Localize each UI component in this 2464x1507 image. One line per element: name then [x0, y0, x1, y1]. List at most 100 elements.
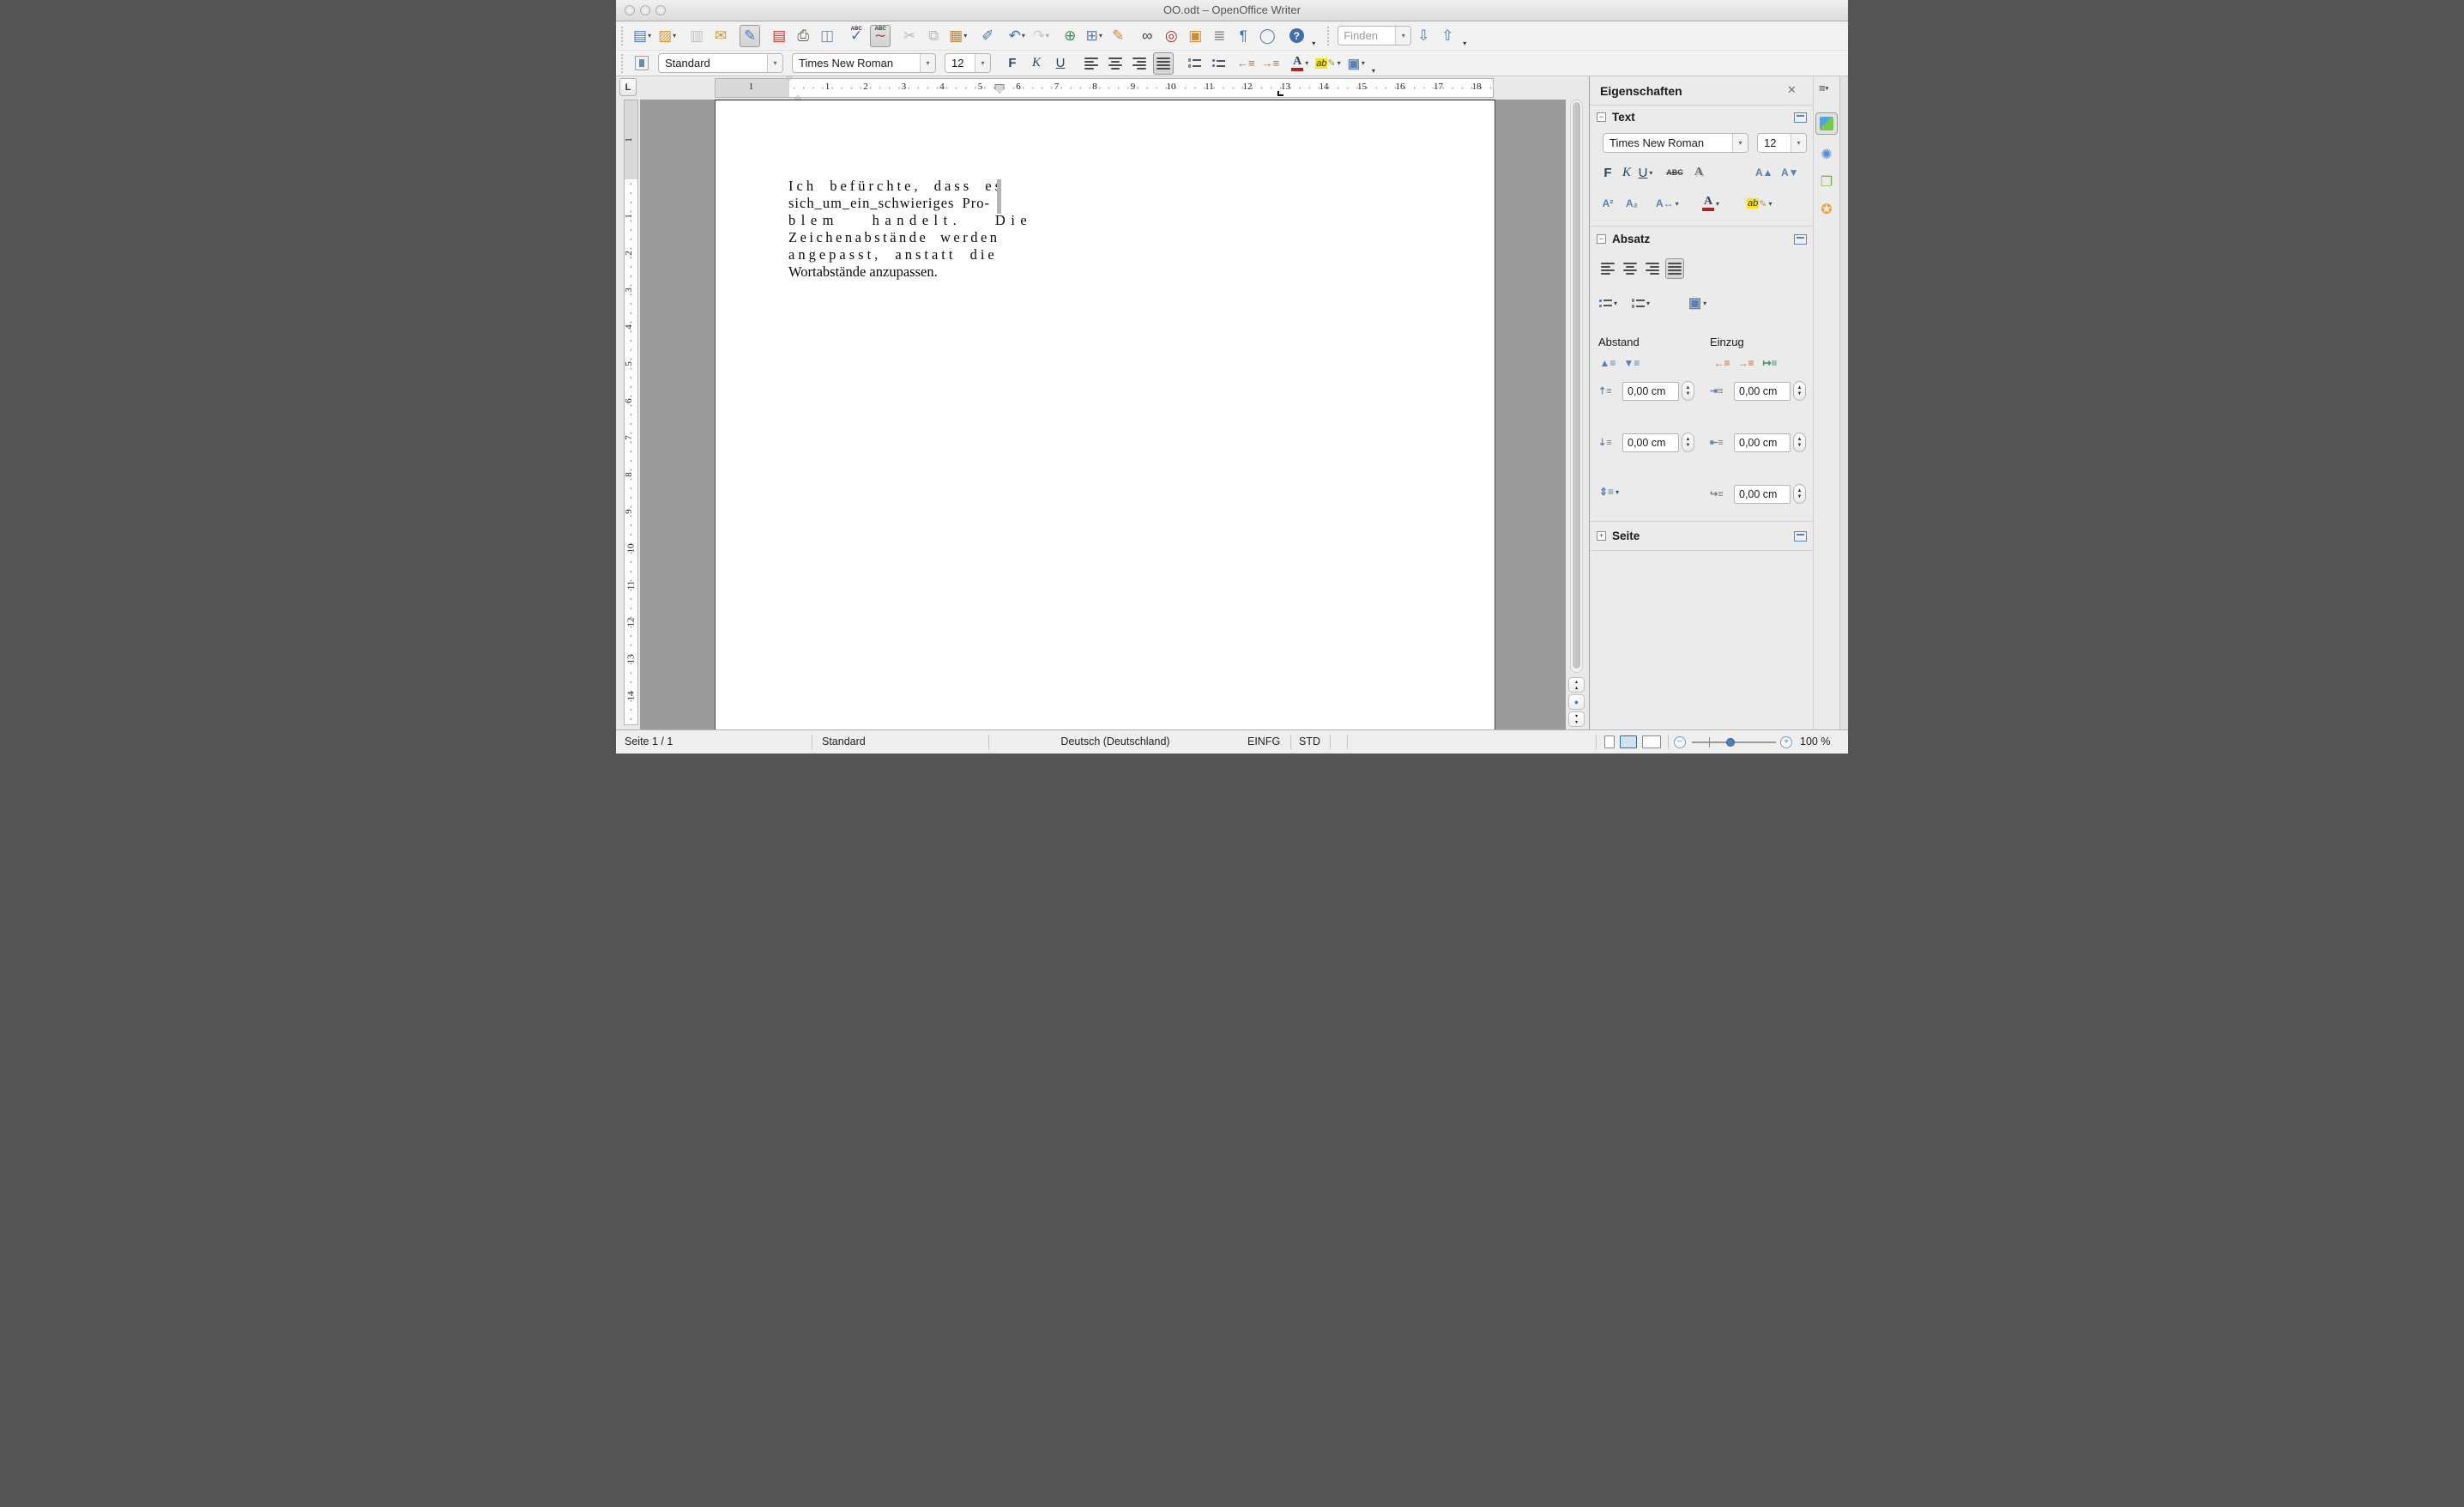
sidebar-highlight-button[interactable]: ab ✎ ▾	[1746, 193, 1773, 214]
formatting-toolbar-overflow-button[interactable]: ▾	[1370, 52, 1380, 75]
decrease-indent-button[interactable]: ←≡	[1235, 52, 1257, 75]
chevron-down-icon[interactable]: ▾	[1615, 488, 1619, 496]
find-previous-button[interactable]: ⇧	[1437, 25, 1458, 47]
font-size-select[interactable]: 12 ▾	[945, 53, 991, 73]
sidebar-numbered-list-button[interactable]: ▾	[1631, 293, 1651, 313]
next-page-button[interactable]: ▾ ▾	[1568, 711, 1585, 727]
save-button[interactable]: ▥	[686, 25, 707, 47]
hanging-indent-button[interactable]: ↦≡	[1760, 353, 1779, 373]
page-dialog-launcher[interactable]	[1794, 531, 1807, 542]
bullet-list-button[interactable]	[1208, 52, 1229, 75]
align-center-button[interactable]	[1105, 52, 1126, 75]
navigator-tab[interactable]: ✪	[1815, 198, 1838, 221]
undo-button[interactable]: ↶ ▾	[1006, 25, 1027, 47]
zoom-out-button[interactable]: −	[1674, 736, 1686, 748]
chevron-down-icon[interactable]: ▾	[920, 54, 935, 72]
first-line-indent-input[interactable]	[1734, 484, 1791, 504]
sidebar-decrease-indent-button[interactable]: ←≡	[1712, 353, 1731, 373]
text-section-header[interactable]: − Text	[1597, 111, 1635, 124]
collapse-icon[interactable]: −	[1597, 112, 1606, 122]
sidebar-align-center-button[interactable]	[1621, 258, 1640, 279]
single-page-view-button[interactable]	[1604, 735, 1615, 748]
hyperlink-button[interactable]: ⊕	[1060, 25, 1080, 47]
spacing-below-spinner[interactable]: ▲ ▼	[1682, 433, 1694, 452]
shrink-font-button[interactable]: A▼	[1780, 162, 1800, 183]
tab-stop-selector[interactable]: L	[619, 78, 637, 96]
chevron-down-icon[interactable]: ▾	[1791, 134, 1806, 152]
new-document-button[interactable]: ▤ ▾	[631, 25, 653, 47]
chevron-down-icon[interactable]: ▾	[1305, 59, 1308, 67]
sidebar-bullet-list-button[interactable]: ▾	[1598, 293, 1618, 313]
increase-indent-button[interactable]: →≡	[1260, 52, 1282, 75]
vertical-scrollbar[interactable]	[1570, 100, 1583, 673]
chevron-down-icon[interactable]: ▾	[1046, 32, 1049, 39]
zoom-button[interactable]: ◯	[1257, 25, 1277, 47]
formatting-marks-button[interactable]: ¶	[1233, 25, 1253, 47]
spacing-below-input[interactable]	[1622, 433, 1679, 452]
indent-after-spinner[interactable]: ▲ ▼	[1793, 433, 1806, 452]
sidebar-italic-button[interactable]: K	[1617, 162, 1636, 183]
status-insert-mode[interactable]: EINFG	[1247, 735, 1280, 747]
zoom-slider-thumb[interactable]	[1726, 738, 1735, 747]
toolbar-drag-handle[interactable]	[621, 26, 626, 45]
paragraph-dialog-launcher[interactable]	[1794, 234, 1807, 245]
indent-before-input[interactable]	[1734, 381, 1791, 401]
print-preview-button[interactable]: ◫	[817, 25, 837, 47]
toolbar-drag-handle[interactable]	[621, 53, 626, 73]
help-button[interactable]: ?	[1286, 25, 1307, 47]
status-page-style[interactable]: Standard	[822, 735, 866, 747]
zoom-in-button[interactable]: +	[1780, 736, 1792, 748]
line-spacing-button[interactable]: ⇕≡ ▾	[1598, 481, 1620, 502]
superscript-button[interactable]: A²	[1598, 193, 1617, 214]
find-dropdown-button[interactable]: ▾	[1395, 27, 1411, 45]
underline-button[interactable]: U	[1050, 52, 1071, 75]
chevron-down-icon[interactable]: ▾	[648, 32, 651, 39]
paragraph-section-header[interactable]: − Absatz	[1597, 233, 1650, 245]
standard-toolbar-overflow-button[interactable]: ▾	[1310, 25, 1320, 47]
character-dialog-launcher[interactable]	[1794, 112, 1807, 123]
cut-button[interactable]: ✂	[899, 25, 920, 47]
chevron-down-icon[interactable]: ▾	[1716, 200, 1719, 208]
chevron-down-icon[interactable]: ▾	[1732, 134, 1748, 152]
scrollbar-thumb[interactable]	[1573, 102, 1580, 669]
italic-button[interactable]: K	[1026, 52, 1047, 75]
sidebar-resize-edge[interactable]	[1839, 76, 1848, 729]
chevron-down-icon[interactable]: ▾	[1649, 169, 1652, 177]
collapse-icon[interactable]: −	[1597, 234, 1606, 244]
chevron-down-icon[interactable]: ▾	[673, 32, 676, 39]
chevron-down-icon[interactable]: ▾	[1646, 300, 1650, 307]
navigator-button[interactable]: ◎	[1161, 25, 1181, 47]
find-replace-button[interactable]: ∞	[1137, 25, 1157, 47]
chevron-down-icon[interactable]: ▾	[1614, 300, 1617, 307]
background-color-button[interactable]: ▣ ▾	[1346, 52, 1367, 75]
sidebar-menu-button[interactable]: ≡▾	[1819, 82, 1828, 94]
horizontal-ruler[interactable]: 1 1 2 3 4 5 6 7 8 9 10 11 12 13 14 15 16 17 18	[715, 76, 1494, 102]
paragraph-style-select[interactable]: Standard ▾	[658, 53, 783, 73]
shadow-button[interactable]: A	[1689, 162, 1708, 183]
email-button[interactable]: ✉	[710, 25, 731, 47]
align-right-button[interactable]	[1129, 52, 1150, 75]
status-page-count[interactable]: Seite 1 / 1	[625, 735, 673, 747]
chevron-down-icon[interactable]: ▾	[1768, 200, 1772, 208]
open-button[interactable]: ▨ ▾	[656, 25, 678, 47]
font-color-button[interactable]: A ▾	[1289, 52, 1310, 75]
draw-functions-button[interactable]: ✎	[1108, 25, 1128, 47]
sidebar-align-justify-button[interactable]	[1665, 258, 1684, 279]
sidebar-font-name-select[interactable]: Times New Roman ▾	[1603, 133, 1748, 153]
chevron-down-icon[interactable]: ▾	[767, 54, 782, 72]
expand-icon[interactable]: +	[1597, 531, 1606, 541]
data-sources-button[interactable]: ≣	[1209, 25, 1229, 47]
sidebar-align-right-button[interactable]	[1643, 258, 1662, 279]
sidebar-font-size-select[interactable]: 12 ▾	[1757, 133, 1807, 153]
find-toolbar-overflow-button[interactable]: ▾	[1461, 25, 1471, 47]
chevron-down-icon[interactable]: ▾	[1703, 300, 1706, 307]
properties-tab[interactable]	[1815, 112, 1838, 135]
gallery-tab[interactable]: ❐	[1815, 171, 1838, 193]
navigation-button[interactable]: ●	[1568, 694, 1585, 710]
chevron-down-icon[interactable]: ▾	[1338, 59, 1341, 67]
decrease-paragraph-spacing-button[interactable]: ▼≡	[1622, 353, 1641, 373]
paragraph-background-button[interactable]: ▣ ▾	[1688, 293, 1707, 313]
table-button[interactable]: ⊞ ▾	[1084, 25, 1104, 47]
sidebar-align-left-button[interactable]	[1598, 258, 1617, 279]
chevron-down-icon[interactable]: ▾	[1099, 32, 1102, 39]
